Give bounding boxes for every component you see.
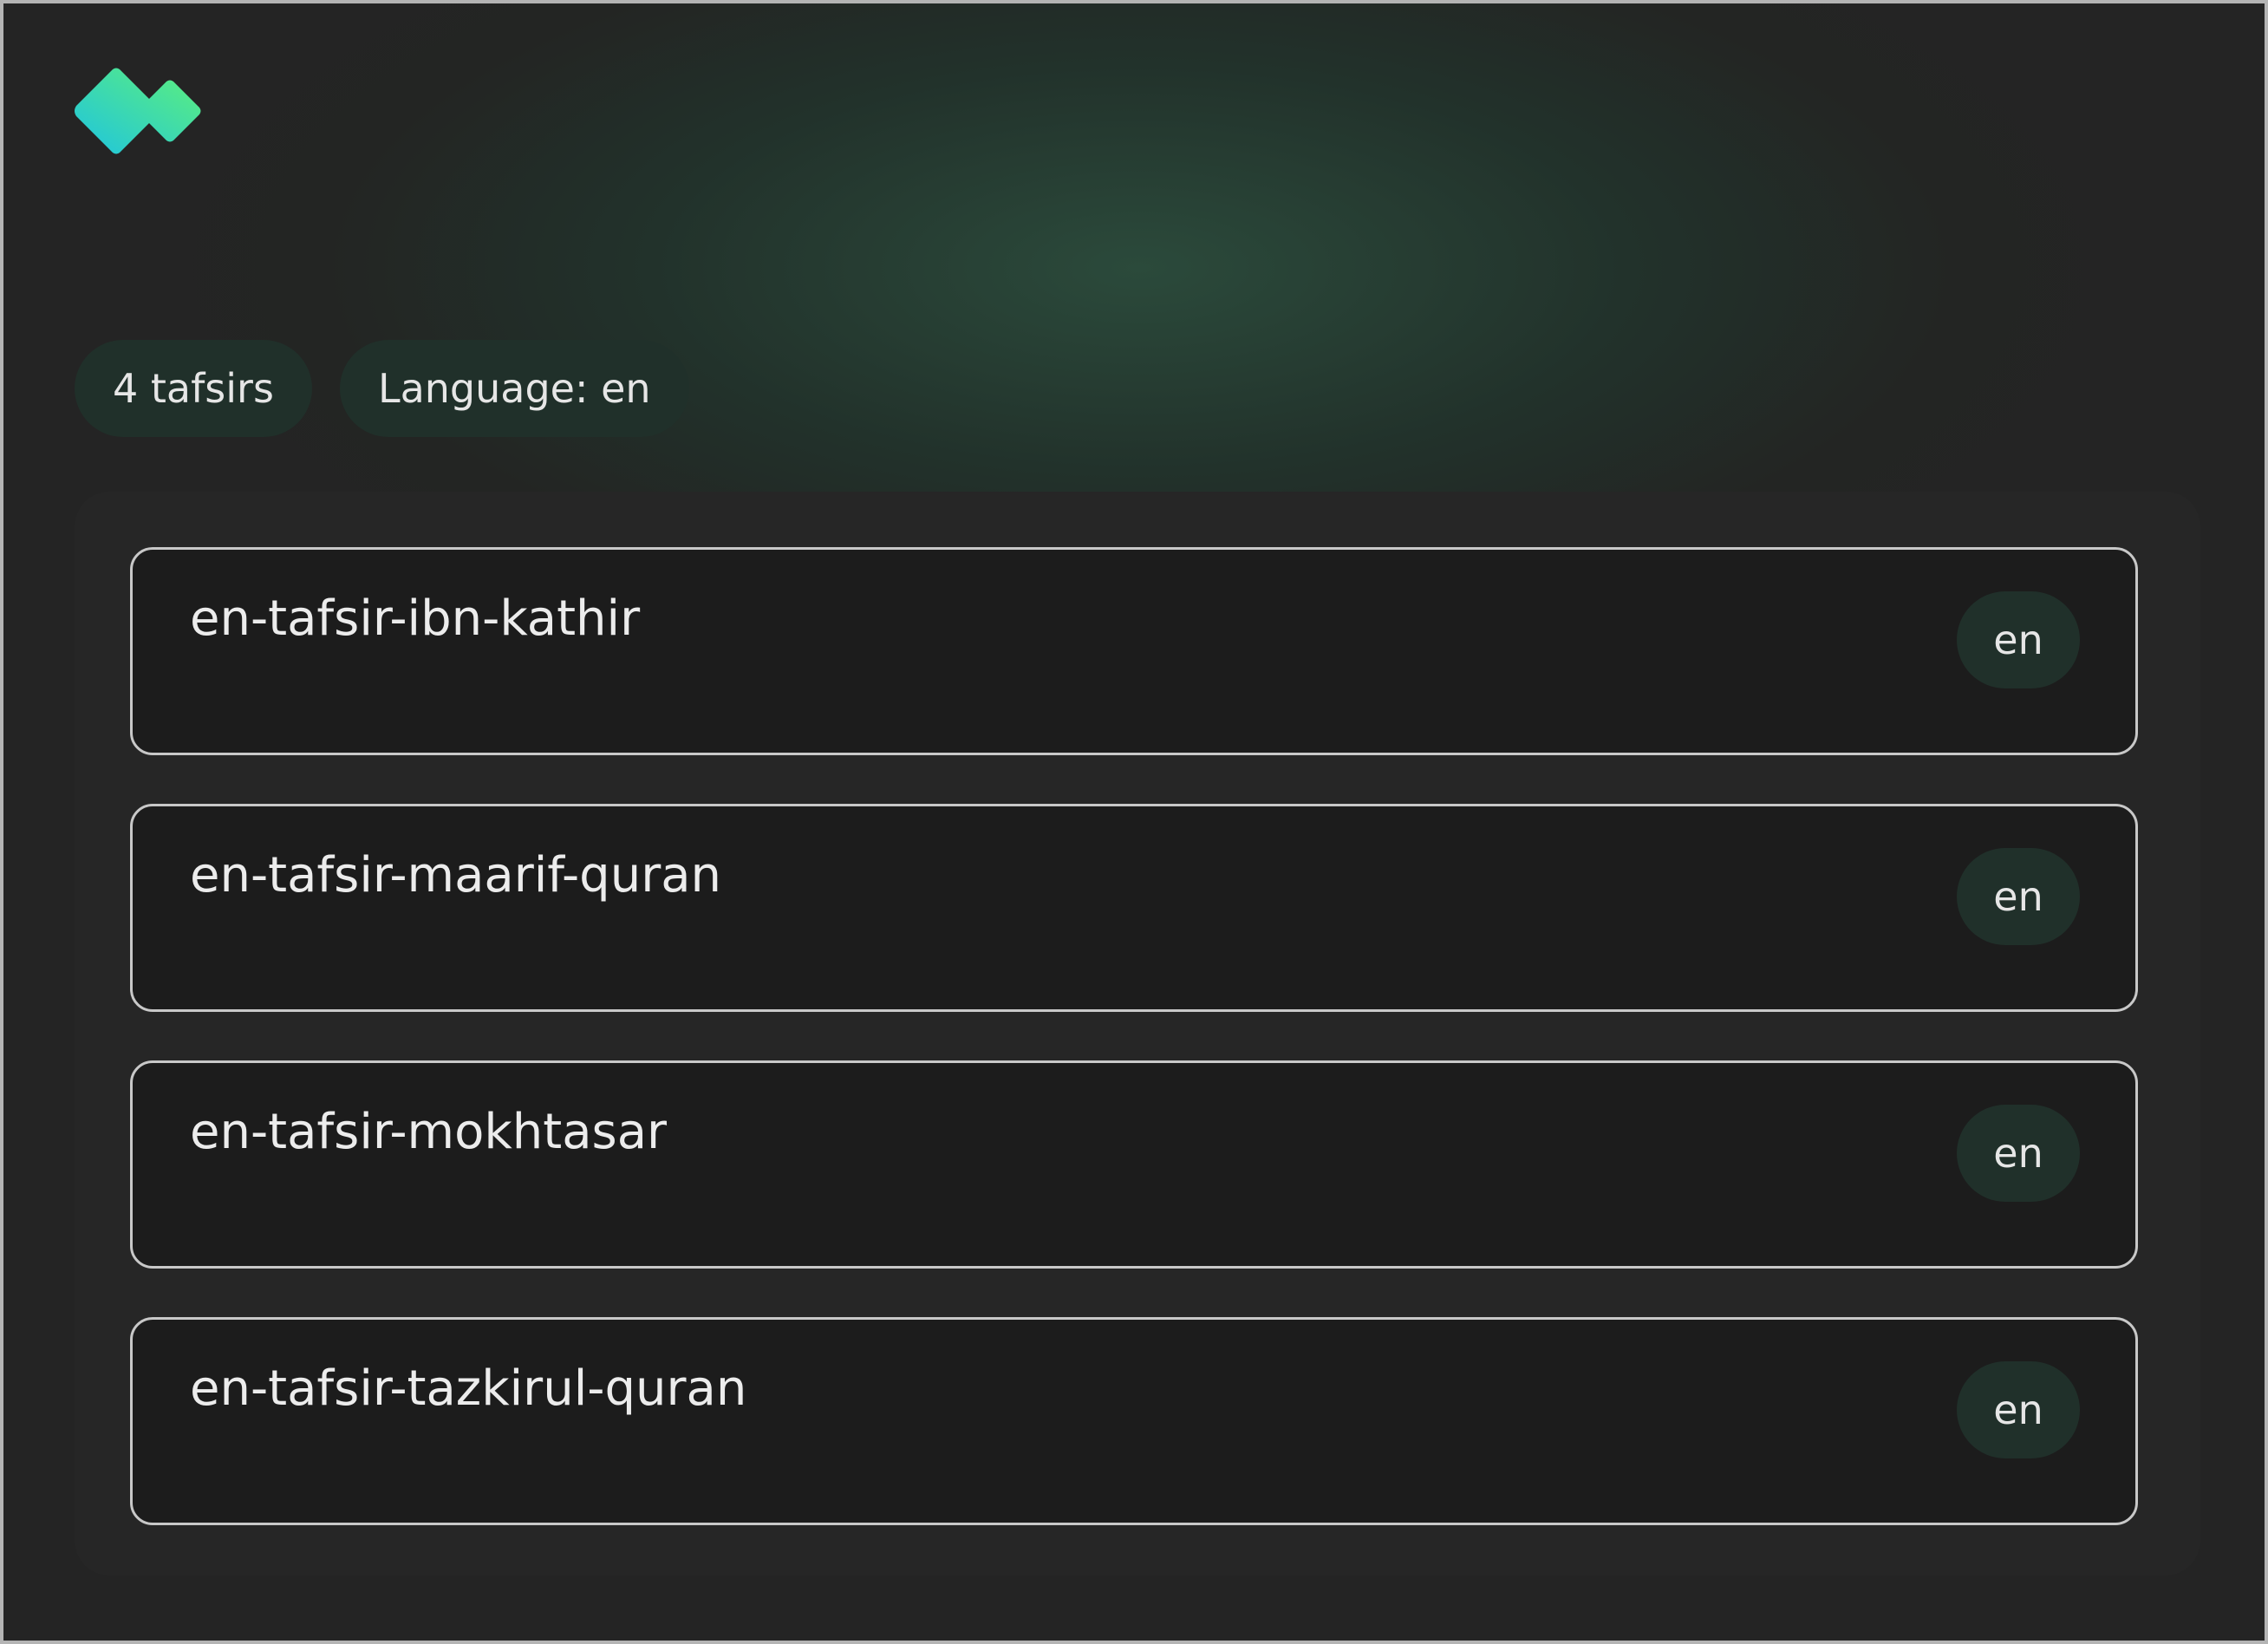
tafsir-name: en-tafsir-mokhtasar: [190, 1104, 668, 1160]
tafsir-name: en-tafsir-tazkirul-quran: [190, 1360, 747, 1417]
tafsir-card-ibn-kathir[interactable]: en-tafsir-ibn-kathir en: [130, 547, 2138, 755]
summary-chips: 4 tafsirs Language: en: [75, 340, 689, 437]
tafsir-card-tazkirul-quran[interactable]: en-tafsir-tazkirul-quran en: [130, 1317, 2138, 1525]
language-badge: en: [1957, 848, 2080, 945]
language-badge: en: [1957, 1361, 2080, 1458]
tafsir-count-chip: 4 tafsirs: [75, 340, 312, 437]
language-badge: en: [1957, 1105, 2080, 1202]
language-badge: en: [1957, 591, 2080, 688]
app-window: 4 tafsirs Language: en en-tafsir-ibn-kat…: [0, 0, 2268, 1644]
tafsir-name: en-tafsir-maarif-quran: [190, 847, 722, 904]
tafsir-card-mokhtasar[interactable]: en-tafsir-mokhtasar en: [130, 1060, 2138, 1269]
tafsir-list-panel: en-tafsir-ibn-kathir en en-tafsir-maarif…: [75, 492, 2200, 1576]
tafsir-card-maarif-quran[interactable]: en-tafsir-maarif-quran en: [130, 804, 2138, 1012]
tafsir-name: en-tafsir-ibn-kathir: [190, 590, 641, 647]
language-chip: Language: en: [339, 340, 689, 437]
brand-logo-icon[interactable]: [73, 68, 203, 154]
